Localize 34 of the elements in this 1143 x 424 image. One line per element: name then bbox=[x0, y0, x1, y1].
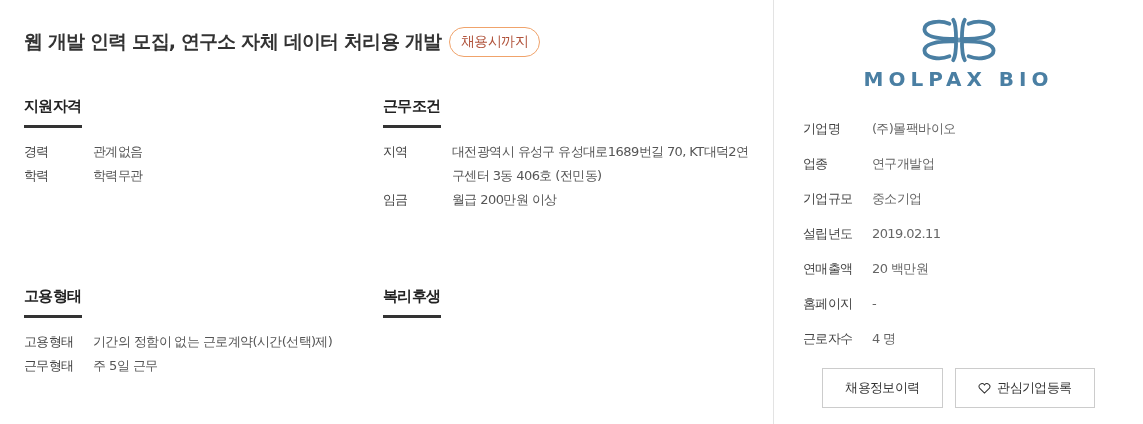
section-heading: 고용형태 bbox=[24, 287, 82, 318]
field-label: 지역 bbox=[383, 143, 409, 161]
info-value: 20 백만원 bbox=[872, 260, 929, 278]
field-label: 임금 bbox=[383, 191, 409, 209]
info-value: 2019.02.11 bbox=[872, 225, 941, 243]
favorite-company-button[interactable]: 관심기업등록 bbox=[955, 368, 1095, 408]
field-value: 주 5일 근무 bbox=[93, 357, 159, 375]
info-value: 중소기업 bbox=[872, 190, 922, 208]
info-label: 업종 bbox=[803, 155, 829, 173]
section-heading: 근무조건 bbox=[383, 97, 441, 128]
field-value: 학력무관 bbox=[93, 167, 144, 185]
hiring-history-button[interactable]: 채용정보이력 bbox=[822, 368, 943, 408]
field-value: 월급 200만원 이상 bbox=[452, 191, 558, 209]
info-label: 기업규모 bbox=[803, 190, 854, 208]
job-title: 웹 개발 인력 모집, 연구소 자체 데이터 처리용 개발 bbox=[24, 29, 441, 54]
section-heading: 지원자격 bbox=[24, 97, 82, 128]
field-value: 기간의 정함이 없는 근로계약(시간(선택)제) bbox=[93, 333, 334, 351]
info-label: 홈페이지 bbox=[803, 295, 854, 313]
info-label: 설립년도 bbox=[803, 225, 854, 243]
field-label: 고용형태 bbox=[24, 333, 75, 351]
field-label: 경력 bbox=[24, 143, 50, 161]
info-value: (주)몰팩바이오 bbox=[872, 120, 956, 138]
section-heading: 복리후생 bbox=[383, 287, 441, 318]
info-value: - bbox=[872, 295, 877, 313]
info-label: 근로자수 bbox=[803, 330, 854, 348]
info-value: 4 명 bbox=[872, 330, 896, 348]
heart-icon bbox=[978, 382, 992, 394]
company-logo: MOLPAX BIO bbox=[863, 16, 1054, 90]
info-label: 연매출액 bbox=[803, 260, 854, 278]
field-label: 근무형태 bbox=[24, 357, 75, 375]
field-value: 대전광역시 유성구 유성대로1689번길 70, KT대덕2연구센터 3동 406호 (전민동) bbox=[452, 143, 750, 185]
info-value: 연구개발업 bbox=[872, 155, 934, 173]
field-label: 학력 bbox=[24, 167, 50, 185]
info-label: 기업명 bbox=[803, 120, 842, 138]
